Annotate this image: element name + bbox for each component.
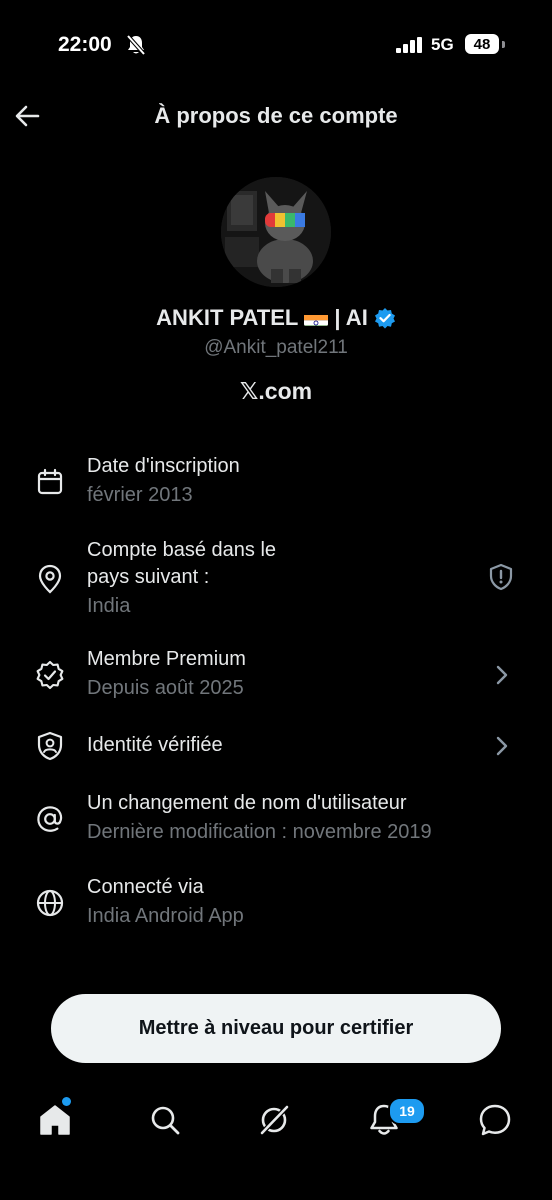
profile-name-row: ANKIT PATEL | AI bbox=[0, 304, 552, 332]
bell-off-icon bbox=[126, 34, 146, 56]
search-icon[interactable] bbox=[145, 1100, 185, 1140]
row-subtitle: Depuis août 2025 bbox=[87, 677, 244, 699]
row-subtitle: Dernière modification : novembre 2019 bbox=[87, 821, 432, 843]
avatar[interactable] bbox=[221, 177, 331, 287]
account-country-row: Compte basé dans le pays suivant : India bbox=[0, 537, 552, 621]
messages-icon[interactable] bbox=[475, 1100, 515, 1140]
row-title: Connecté via bbox=[87, 876, 204, 898]
identity-verified-row[interactable]: Identité vérifiée bbox=[0, 730, 552, 764]
page-title: À propos de ce compte bbox=[154, 103, 398, 128]
grok-icon[interactable] bbox=[254, 1100, 294, 1140]
calendar-icon bbox=[37, 468, 63, 495]
verified-badge-icon bbox=[374, 307, 396, 329]
battery-level: 48 bbox=[465, 34, 499, 54]
india-flag-icon bbox=[304, 310, 329, 326]
premium-member-row[interactable]: Membre Premium Depuis août 2025 bbox=[0, 645, 552, 707]
chevron-right-icon[interactable] bbox=[490, 663, 514, 687]
platform-domain: 𝕏.com bbox=[239, 378, 313, 404]
username-change-row: Un changement de nom d'utilisateur Derni… bbox=[0, 789, 552, 851]
join-date-row: Date d'inscription février 2013 bbox=[0, 452, 552, 514]
network-type: 5G bbox=[431, 35, 454, 54]
row-subtitle: février 2013 bbox=[87, 484, 193, 506]
shield-alert-icon[interactable] bbox=[487, 563, 515, 591]
upgrade-to-verify-button[interactable]: Mettre à niveau pour certifier bbox=[51, 994, 501, 1063]
signal-icon bbox=[396, 37, 422, 53]
row-title: Identité vérifiée bbox=[87, 734, 223, 756]
connected-via-row: Connecté via India Android App bbox=[0, 873, 552, 935]
profile-name: ANKIT PATEL bbox=[156, 305, 299, 330]
verified-check-icon bbox=[36, 660, 64, 690]
row-title: Date d'inscription bbox=[87, 455, 240, 477]
profile-name-suffix: | AI bbox=[334, 305, 368, 330]
home-icon[interactable] bbox=[35, 1100, 75, 1140]
notification-count-badge: 19 bbox=[388, 1097, 426, 1125]
row-title: Compte basé dans le pays suivant : bbox=[87, 539, 277, 588]
at-sign-icon bbox=[37, 806, 63, 832]
row-title: Un changement de nom d'utilisateur bbox=[87, 792, 407, 814]
row-subtitle: India bbox=[87, 595, 131, 617]
row-subtitle: India Android App bbox=[87, 905, 244, 927]
home-unread-dot bbox=[62, 1097, 71, 1106]
globe-icon bbox=[36, 889, 64, 917]
row-title: Membre Premium bbox=[87, 648, 246, 670]
profile-handle: @Ankit_patel211 bbox=[204, 337, 348, 358]
identity-shield-icon bbox=[37, 731, 63, 761]
chevron-right-icon[interactable] bbox=[490, 734, 514, 758]
location-pin-icon bbox=[38, 564, 62, 594]
battery-icon: 48 bbox=[465, 34, 505, 54]
status-time: 22:00 bbox=[58, 33, 112, 56]
